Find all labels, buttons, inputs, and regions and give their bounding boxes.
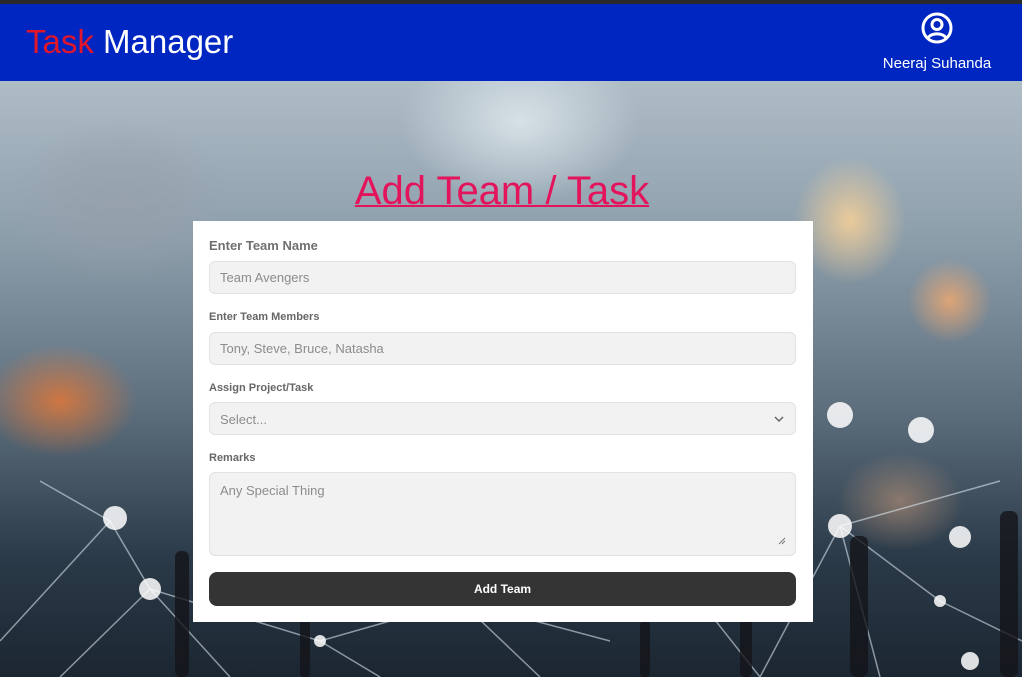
remarks-label: Remarks: [209, 452, 256, 464]
team-name-input[interactable]: [209, 261, 796, 294]
user-name: Neeraj Suhanda: [882, 55, 992, 72]
assign-project-select[interactable]: Select...: [209, 402, 796, 435]
app-title-manager: Manager: [93, 23, 234, 60]
resize-grip-icon[interactable]: [776, 535, 786, 545]
add-team-button[interactable]: Add Team: [209, 572, 796, 606]
remarks-textarea[interactable]: [209, 472, 796, 556]
user-circle-icon: [921, 12, 953, 44]
team-members-input[interactable]: [209, 332, 796, 365]
app-title[interactable]: Task Manager: [26, 23, 233, 61]
team-name-label: Enter Team Name: [209, 238, 318, 253]
team-members-label: Enter Team Members: [209, 311, 320, 323]
add-team-form: Enter Team Name Enter Team Members Assig…: [193, 221, 813, 622]
assign-project-selected: Select...: [220, 412, 267, 427]
chevron-down-icon: [774, 416, 784, 423]
page-title[interactable]: Add Team / Task: [0, 168, 1004, 214]
user-profile[interactable]: Neeraj Suhanda: [872, 12, 1002, 76]
app-title-task: Task: [26, 23, 94, 60]
navbar: Task Manager Neeraj Suhanda: [0, 4, 1022, 81]
assign-project-label: Assign Project/Task: [209, 382, 314, 394]
